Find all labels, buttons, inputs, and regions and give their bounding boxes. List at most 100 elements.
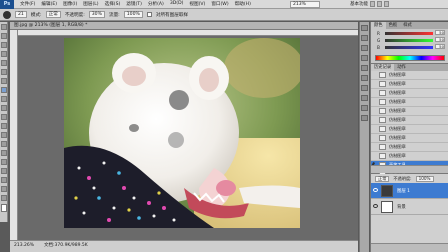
menu-items: 文件(F) 编辑(E) 图像(I) 图层(L) 选择(S) 滤镜(T) 分析(A) 3D(D)…	[14, 1, 251, 7]
tab-swatches[interactable]: 色板	[386, 22, 401, 29]
panel-icon-1[interactable]	[361, 25, 368, 31]
shape-tool-icon[interactable]	[1, 177, 7, 183]
history-item[interactable]: 仿制图章	[371, 98, 448, 107]
tab-color[interactable]: 颜色	[371, 22, 386, 29]
history-item-label: 仿制图章	[389, 81, 406, 86]
history-panel-tabs: 历史记录 动作	[371, 64, 448, 71]
menu-item[interactable]: 帮助(H)	[235, 1, 251, 7]
eye-icon[interactable]	[373, 188, 378, 192]
blend-mode-select[interactable]: 正常	[375, 175, 390, 182]
magic-wand-tool-icon[interactable]	[1, 51, 7, 57]
history-brush-tool-icon[interactable]	[1, 105, 7, 111]
panel-icon-strip	[359, 22, 369, 252]
gradient-tool-icon[interactable]	[1, 123, 7, 129]
history-item-label: 仿制图章	[389, 117, 406, 122]
workspace-switcher[interactable]: 基本功能	[350, 1, 368, 7]
sample-all-checkbox[interactable]	[146, 12, 152, 17]
layer-row-2[interactable]: 背景	[371, 199, 448, 215]
tab-styles[interactable]: 样式	[400, 22, 415, 29]
mode-label: 模式:	[30, 12, 42, 18]
history-item[interactable]: 仿制图章	[371, 116, 448, 125]
panel-icon-7[interactable]	[361, 85, 368, 91]
pen-tool-icon[interactable]	[1, 150, 7, 156]
history-item[interactable]: 仿制图章	[371, 143, 448, 152]
panel-icon-3[interactable]	[361, 45, 368, 51]
move-tool-icon[interactable]	[1, 24, 7, 30]
hand-tool-icon[interactable]	[1, 186, 7, 192]
layer-thumbnail	[381, 201, 393, 213]
mode-select[interactable]: 正常	[45, 11, 61, 18]
menu-item[interactable]: 视图(V)	[189, 1, 205, 7]
tab-actions[interactable]: 动作	[394, 64, 409, 71]
panel-icon-5[interactable]	[361, 65, 368, 71]
panel-icon-9[interactable]	[361, 105, 368, 111]
panel-icon-2[interactable]	[361, 35, 368, 41]
menu-item[interactable]: 窗口(W)	[211, 1, 228, 7]
history-item-label: 仿制图章	[389, 135, 406, 140]
clone-stamp-tool-icon[interactable]	[1, 96, 7, 102]
history-item[interactable]: 仿制图章	[371, 80, 448, 89]
ferret-photo	[64, 38, 300, 228]
layer-opacity-field[interactable]: 100%	[415, 175, 434, 182]
tab-history[interactable]: 历史记录	[371, 64, 395, 71]
history-item[interactable]: 仿制图章	[371, 71, 448, 80]
vertical-ruler[interactable]	[10, 30, 18, 240]
history-state-icon	[379, 90, 386, 96]
zoom-level-field[interactable]: 213%	[290, 1, 320, 8]
foreground-color-swatch[interactable]	[1, 204, 7, 212]
crop-tool-icon[interactable]	[1, 60, 7, 66]
menu-item[interactable]: 滤镜(T)	[126, 1, 142, 7]
slider-g[interactable]: G 50	[377, 37, 445, 43]
opacity-field[interactable]: 30%	[88, 11, 105, 18]
blur-tool-icon[interactable]	[1, 132, 7, 138]
slider-r[interactable]: R 50	[377, 30, 445, 36]
history-item[interactable]: 仿制图章	[371, 125, 448, 134]
color-spectrum[interactable]	[375, 55, 445, 61]
history-item[interactable]: 仿制图章	[371, 134, 448, 143]
status-doc-size: 文档:370.9K/989.5K	[44, 243, 88, 248]
menu-item[interactable]: 图像(I)	[63, 1, 77, 7]
panel-icon-4[interactable]	[361, 55, 368, 61]
window-controls	[370, 1, 389, 7]
brush-preset-icon[interactable]	[3, 10, 11, 19]
menu-item[interactable]: 3D(D)	[170, 1, 184, 7]
eraser-tool-icon[interactable]	[1, 114, 7, 120]
maximize-button[interactable]	[377, 1, 382, 7]
history-list: 仿制图章 仿制图章 仿制图章 仿制图章 仿制图章 仿制图章 仿制图章 仿制图章 仿制图章 仿制图章…	[371, 71, 448, 179]
eye-icon[interactable]	[373, 204, 378, 208]
menu-item[interactable]: 编辑(E)	[41, 1, 57, 7]
layer-row-1[interactable]: 图层 1	[371, 183, 448, 199]
brush-tool-icon[interactable]	[1, 87, 7, 93]
brush-size-field[interactable]: 21	[15, 11, 27, 18]
history-item[interactable]: 仿制图章	[371, 152, 448, 161]
menu-item[interactable]: 图层(L)	[83, 1, 98, 7]
healing-brush-tool-icon[interactable]	[1, 78, 7, 84]
history-item[interactable]: 仿制图章	[371, 89, 448, 98]
close-button[interactable]	[384, 1, 389, 7]
flow-field[interactable]: 100%	[123, 11, 143, 18]
horizontal-ruler[interactable]	[18, 30, 358, 36]
panel-icon-10[interactable]	[361, 115, 368, 121]
lasso-tool-icon[interactable]	[1, 42, 7, 48]
eyedropper-tool-icon[interactable]	[1, 69, 7, 75]
minimize-button[interactable]	[370, 1, 375, 7]
document-tab[interactable]: 图.jpg @ 213% (图层 1, RGB/8) *	[10, 22, 358, 30]
image-canvas[interactable]	[64, 38, 300, 228]
status-zoom[interactable]: 213.26%	[14, 241, 34, 252]
panel-icon-6[interactable]	[361, 75, 368, 81]
panel-icon-8[interactable]	[361, 95, 368, 101]
zoom-tool-icon[interactable]	[1, 195, 7, 201]
dodge-tool-icon[interactable]	[1, 141, 7, 147]
layer-name: 图层 1	[397, 189, 410, 194]
menu-item[interactable]: 文件(F)	[20, 1, 35, 7]
marquee-tool-icon[interactable]	[1, 33, 7, 39]
type-tool-icon[interactable]	[1, 159, 7, 165]
history-item-label: 仿制图章	[389, 72, 406, 77]
photoshop-logo: Ps	[0, 0, 14, 9]
path-selection-tool-icon[interactable]	[1, 168, 7, 174]
menu-item[interactable]: 选择(S)	[105, 1, 121, 7]
history-item[interactable]: 仿制图章	[371, 107, 448, 116]
menu-bar: Ps 文件(F) 编辑(E) 图像(I) 图层(L) 选择(S) 滤镜(T) 分析(A) 3D…	[0, 0, 448, 9]
slider-b[interactable]: B 50	[377, 44, 445, 50]
menu-item[interactable]: 分析(A)	[148, 1, 164, 7]
